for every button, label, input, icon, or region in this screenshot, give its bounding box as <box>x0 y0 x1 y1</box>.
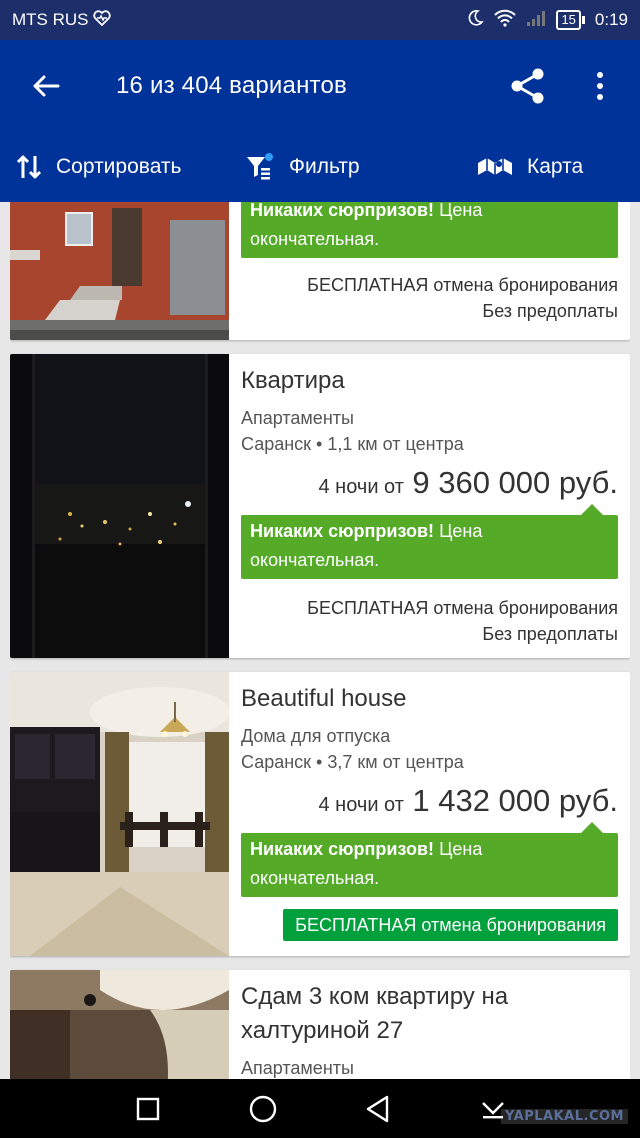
property-type: Дома для отпуска <box>241 726 391 746</box>
price-label: Цена <box>439 202 483 220</box>
home-button[interactable] <box>243 1089 283 1129</box>
listing-title-line2: халтуриной 27 <box>241 1017 404 1044</box>
no-prepayment-text: Без предоплаты <box>482 301 618 321</box>
free-cancellation-badge: БЕСПЛАТНАЯ отмена бронирования <box>283 909 618 941</box>
listing-title[interactable]: Квартира <box>241 364 618 398</box>
recents-button[interactable] <box>128 1089 168 1129</box>
final-price-notice: Никаких сюрпризов! Цена окончательная. <box>241 822 618 897</box>
back-nav-button[interactable] <box>358 1089 398 1129</box>
square-icon <box>136 1097 159 1120</box>
listing-photo <box>10 970 229 1079</box>
clock: 0:19 <box>594 10 628 29</box>
nights-label: 4 ночи от <box>318 794 404 816</box>
listing-photo <box>10 202 229 340</box>
nights-label: 4 ночи от <box>318 476 404 498</box>
map-icon <box>478 158 512 175</box>
share-button[interactable] <box>504 62 552 110</box>
no-surprises-label: Никаких сюрпризов! <box>250 202 435 220</box>
arrow-left-icon <box>33 75 60 97</box>
map-label: Карта <box>527 155 584 178</box>
toolbar: 16 из 404 вариантов <box>0 40 640 132</box>
map-button[interactable]: Карта <box>467 132 583 202</box>
triangle-back-icon <box>366 1095 388 1122</box>
toolbar-actions <box>504 62 624 110</box>
share-icon <box>511 68 544 104</box>
battery-level: 15 <box>556 10 581 30</box>
more-vertical-icon <box>597 72 603 100</box>
listing-photo <box>10 672 230 956</box>
price-label: Цена <box>439 521 483 541</box>
price-value: 9 360 000 руб. <box>412 465 618 500</box>
listing-info: Сдам 3 ком квартиру на халтуриной 27 Апа… <box>241 970 618 1079</box>
property-type: Апартаменты <box>241 408 354 428</box>
signal-icon <box>526 9 546 32</box>
more-menu-button[interactable] <box>576 62 624 110</box>
listing-title[interactable]: Сдам 3 ком квартиру на халтуриной 27 <box>241 980 618 1048</box>
listing-list[interactable]: Никаких сюрпризов! Цена окончательная. Б… <box>10 202 630 1079</box>
carrier-group: MTS RUS <box>12 9 111 31</box>
listing-card[interactable]: Никаких сюрпризов! Цена окончательная. Б… <box>10 202 630 340</box>
listing-title[interactable]: Beautiful house <box>241 682 618 716</box>
listing-card[interactable]: Сдам 3 ком квартиру на халтуриной 27 Апа… <box>10 970 630 1079</box>
filter-button[interactable]: Фильтр <box>245 132 467 202</box>
listing-info: Никаких сюрпризов! Цена окончательная. Б… <box>241 202 618 340</box>
final-price-notice: Никаких сюрпризов! Цена окончательная. <box>241 504 618 579</box>
page-title: 16 из 404 вариантов <box>116 72 347 99</box>
free-cancellation-text: БЕСПЛАТНАЯ отмена бронирования <box>307 598 618 618</box>
price-row: 4 ночи от 1 432 000 руб. <box>241 783 619 819</box>
listing-location: Саранск • 3,7 км от центра <box>241 752 464 772</box>
final-label: окончательная. <box>250 868 380 888</box>
heart-pulse-icon <box>92 9 111 31</box>
carrier-name: MTS RUS <box>12 10 89 29</box>
listing-extras: БЕСПЛАТНАЯ отмена бронирования Без предо… <box>241 595 618 647</box>
listing-title-line1: Сдам 3 ком квартиру на <box>241 983 509 1010</box>
system-nav-bar: YAPLAKAL.COM <box>0 1079 640 1138</box>
listing-extras: БЕСПЛАТНАЯ отмена бронирования <box>241 909 618 941</box>
sort-label: Сортировать <box>56 155 182 178</box>
back-button[interactable] <box>16 56 76 116</box>
app-bar: 16 из 404 вариантов Сортировать Фильтр К… <box>0 40 640 202</box>
moon-icon <box>466 9 485 32</box>
filter-label: Фильтр <box>289 155 360 178</box>
listing-info: Квартира Апартаменты Саранск • 1,1 км от… <box>241 354 618 658</box>
final-label: окончательная. <box>250 550 380 570</box>
wifi-icon <box>494 9 517 32</box>
price-value: 1 432 000 руб. <box>412 783 618 818</box>
listing-photo <box>10 354 229 658</box>
no-surprises-label: Никаких сюрпризов! <box>250 521 435 541</box>
price-label: Цена <box>439 839 483 859</box>
listing-extras: БЕСПЛАТНАЯ отмена бронирования Без предо… <box>241 272 618 324</box>
final-label: окончательная. <box>250 229 380 249</box>
no-surprises-label: Никаких сюрпризов! <box>250 839 435 859</box>
circle-icon <box>249 1095 276 1122</box>
property-type: Апартаменты <box>241 1058 354 1078</box>
status-bar: MTS RUS 15 0:19 <box>0 0 640 40</box>
battery-icon: 15 <box>556 10 585 30</box>
listing-location: Саранск • 1,1 км от центра <box>241 434 464 454</box>
watermark: YAPLAKAL.COM <box>501 1109 628 1124</box>
free-cancellation-text: БЕСПЛАТНАЯ отмена бронирования <box>307 275 618 295</box>
sort-icon <box>16 155 42 179</box>
status-right: 15 0:19 <box>466 9 628 32</box>
price-row: 4 ночи от 9 360 000 руб. <box>241 465 619 501</box>
action-tabs: Сортировать Фильтр Карта <box>0 132 640 202</box>
no-prepayment-text: Без предоплаты <box>482 624 618 644</box>
final-price-notice: Никаких сюрпризов! Цена окончательная. <box>241 202 618 258</box>
sort-button[interactable]: Сортировать <box>0 132 245 202</box>
listing-card[interactable]: Квартира Апартаменты Саранск • 1,1 км от… <box>10 354 630 658</box>
listing-info: Beautiful house Дома для отпуска Саранск… <box>241 672 618 956</box>
listing-card[interactable]: Beautiful house Дома для отпуска Саранск… <box>10 672 630 956</box>
filter-icon <box>247 153 273 180</box>
